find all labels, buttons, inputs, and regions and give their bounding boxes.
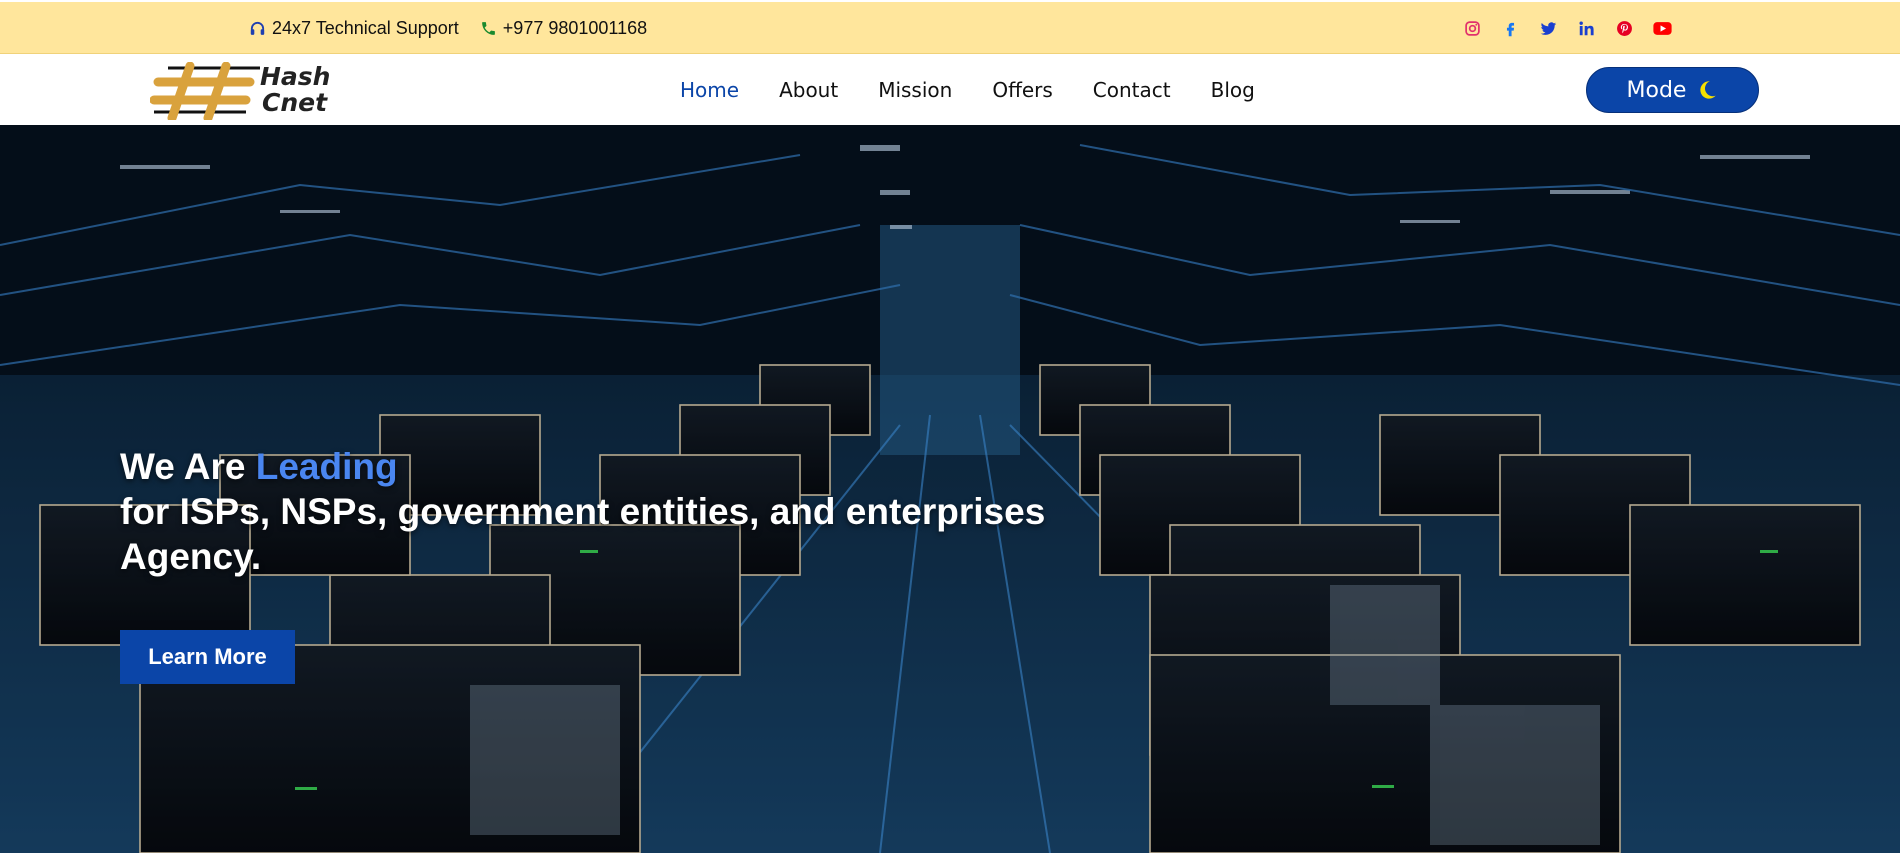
instagram-icon: [1464, 20, 1480, 36]
nav-offers[interactable]: Offers: [972, 78, 1072, 102]
youtube-link[interactable]: [1643, 13, 1681, 43]
hero-headline: We Are Leading for ISPs, NSPs, governmen…: [120, 444, 1045, 579]
facebook-icon: [1506, 22, 1514, 36]
hero-heading-accent: Leading: [255, 446, 398, 487]
twitter-link[interactable]: [1529, 13, 1567, 43]
linkedin-icon: [1578, 20, 1594, 35]
phone-info[interactable]: +977 9801001168: [480, 18, 647, 39]
pinterest-icon: [1616, 20, 1632, 36]
social-links: [1453, 2, 1681, 54]
nav-blog[interactable]: Blog: [1191, 78, 1275, 102]
main-navbar: Hash Cnet Home About Mission Offers Cont…: [0, 54, 1900, 125]
brand-name-line2: Cnet: [262, 88, 328, 117]
hero-section: We Are Leading for ISPs, NSPs, governmen…: [0, 125, 1900, 853]
phone-icon: [481, 21, 495, 35]
primary-nav: Home About Mission Offers Contact Blog: [660, 54, 1275, 125]
facebook-link[interactable]: [1491, 13, 1529, 43]
instagram-link[interactable]: [1453, 13, 1491, 43]
support-info: 24x7 Technical Support: [249, 18, 459, 39]
nav-about[interactable]: About: [759, 78, 858, 102]
brand-logo[interactable]: Hash Cnet: [150, 62, 345, 120]
top-contact-info: 24x7 Technical Support +977 9801001168: [249, 2, 647, 54]
linkedin-link[interactable]: [1567, 13, 1605, 43]
hash-logo-icon: [150, 62, 260, 120]
brand-name-line1: Hash: [260, 62, 331, 91]
headset-icon: [250, 21, 265, 35]
moon-icon: [1700, 81, 1717, 99]
twitter-icon: [1540, 21, 1556, 35]
top-bar: 24x7 Technical Support +977 9801001168: [0, 2, 1900, 54]
nav-contact[interactable]: Contact: [1073, 78, 1191, 102]
hero-heading-line1: We Are Leading: [120, 444, 1045, 489]
youtube-icon: [1652, 21, 1672, 35]
nav-mission[interactable]: Mission: [858, 78, 972, 102]
phone-label: +977 9801001168: [502, 17, 648, 38]
mode-label: Mode: [1626, 77, 1687, 103]
hero-heading-line3: Agency.: [120, 536, 262, 577]
nav-home[interactable]: Home: [660, 78, 759, 102]
hero-heading-line2: for ISPs, NSPs, government entities, and…: [120, 491, 1046, 532]
support-label: 24x7 Technical Support: [272, 17, 459, 38]
pinterest-link[interactable]: [1605, 13, 1643, 43]
dark-mode-toggle[interactable]: Mode: [1586, 67, 1759, 113]
brand-name: Hash Cnet: [260, 64, 330, 116]
learn-more-button[interactable]: Learn More: [120, 630, 295, 684]
hero-heading-prefix: We Are: [120, 446, 256, 487]
